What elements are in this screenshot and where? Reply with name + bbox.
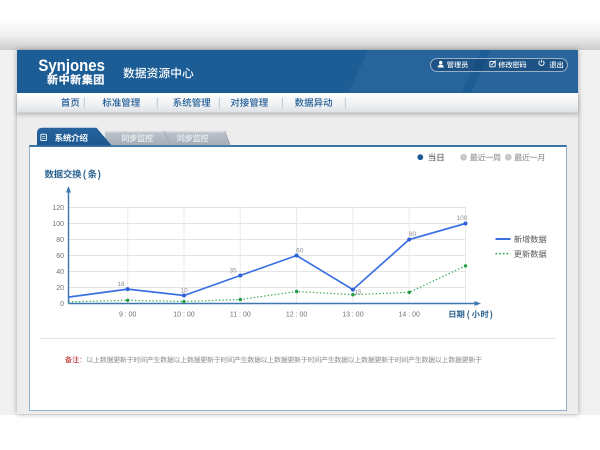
svg-text:20: 20 (56, 285, 64, 292)
svg-text:18: 18 (117, 281, 125, 288)
svg-text:9 : 00: 9 : 00 (119, 312, 137, 319)
svg-text:35: 35 (229, 268, 237, 275)
svg-text:100: 100 (457, 215, 468, 222)
svg-text:120: 120 (52, 205, 64, 212)
svg-text:40: 40 (56, 269, 64, 276)
svg-text:Synjones: Synjones (38, 57, 105, 75)
svg-text:13 : 00: 13 : 00 (342, 312, 364, 319)
svg-text:10: 10 (180, 287, 188, 294)
svg-text:12 : 00: 12 : 00 (286, 312, 308, 319)
svg-text:80: 80 (56, 237, 64, 244)
svg-text:10 : 00: 10 : 00 (173, 312, 195, 319)
svg-text:80: 80 (409, 231, 417, 238)
svg-text:11 : 00: 11 : 00 (230, 312, 251, 319)
svg-text:60: 60 (56, 253, 64, 260)
svg-text:0: 0 (60, 301, 64, 308)
svg-text:14 : 00: 14 : 00 (398, 312, 420, 319)
svg-text:15: 15 (354, 289, 362, 296)
svg-text:60: 60 (296, 248, 304, 255)
svg-text:100: 100 (52, 221, 64, 228)
